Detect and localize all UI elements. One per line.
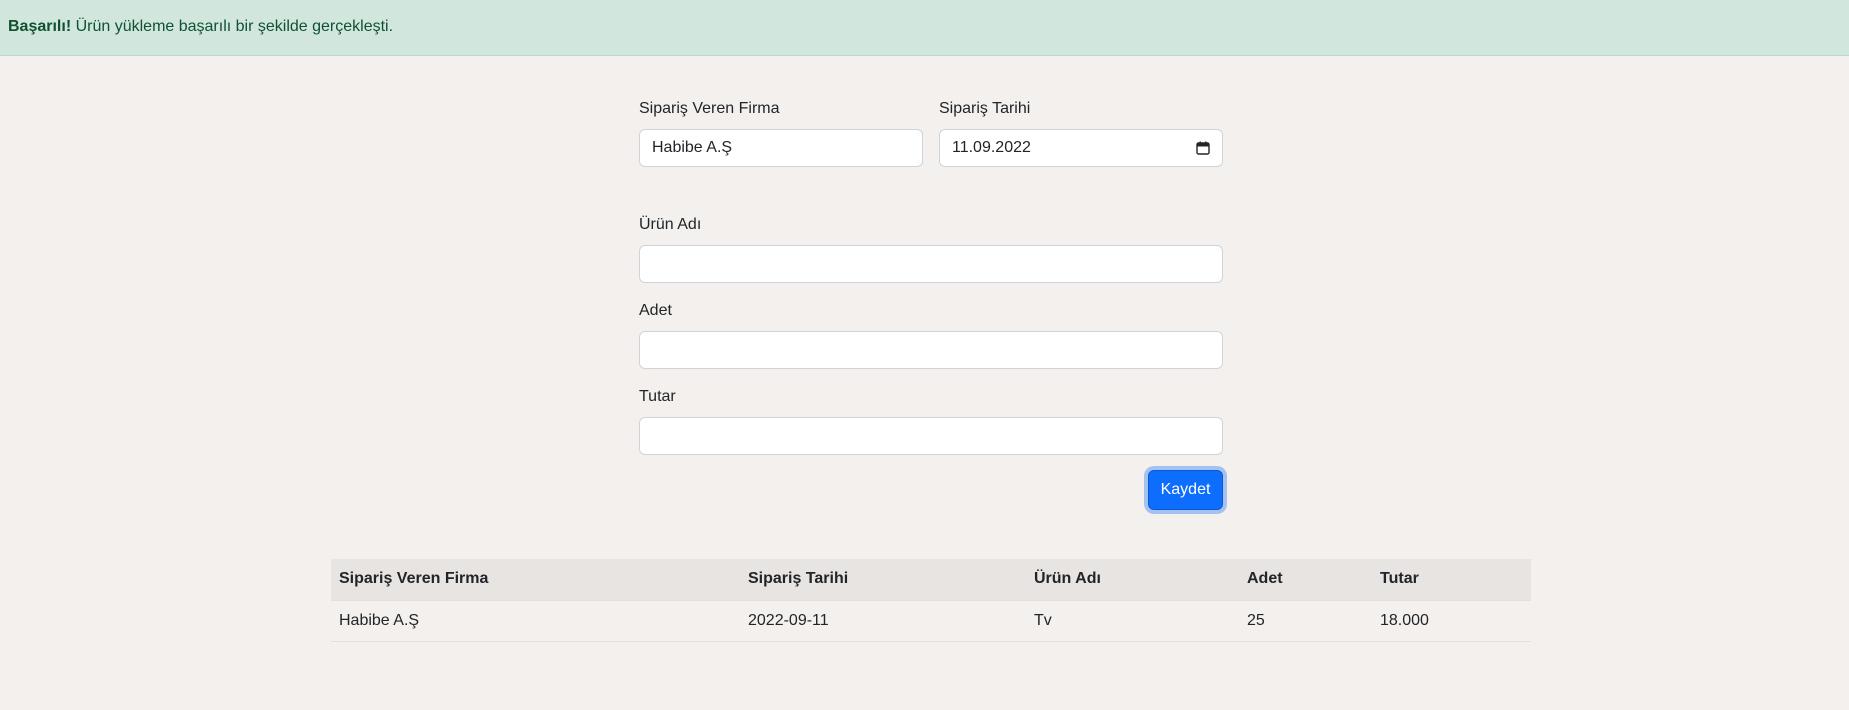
- header-product: Ürün Adı: [1026, 559, 1239, 601]
- header-firm: Sipariş Veren Firma: [331, 559, 740, 601]
- alert-message: Ürün yükleme başarılı bir şekilde gerçek…: [71, 18, 394, 35]
- header-date: Sipariş Tarihi: [740, 559, 1026, 601]
- cell-quantity: 25: [1239, 600, 1372, 642]
- date-input[interactable]: 11.09.2022: [939, 129, 1223, 167]
- table-row: Habibe A.Ş 2022-09-11 Tv 25 18.000: [331, 600, 1531, 642]
- quantity-label: Adet: [639, 302, 672, 319]
- amount-input[interactable]: [639, 417, 1223, 455]
- firm-input-value: Habibe A.Ş: [652, 139, 733, 156]
- cell-date: 2022-09-11: [740, 600, 1026, 642]
- cell-firm: Habibe A.Ş: [331, 600, 740, 642]
- success-alert: Başarılı! Ürün yükleme başarılı bir şeki…: [0, 0, 1849, 56]
- date-input-value: 11.09.2022: [952, 139, 1031, 156]
- orders-table: Sipariş Veren Firma Sipariş Tarihi Ürün …: [331, 559, 1531, 642]
- header-quantity: Adet: [1239, 559, 1372, 601]
- header-amount: Tutar: [1372, 559, 1531, 601]
- date-label: Sipariş Tarihi: [939, 100, 1031, 117]
- product-label: Ürün Adı: [639, 216, 702, 233]
- cell-product: Tv: [1026, 600, 1239, 642]
- alert-title: Başarılı!: [8, 18, 72, 35]
- calendar-icon[interactable]: [1196, 141, 1210, 155]
- product-input[interactable]: [639, 245, 1223, 283]
- table-header-row: Sipariş Veren Firma Sipariş Tarihi Ürün …: [331, 559, 1531, 601]
- quantity-input[interactable]: [639, 331, 1223, 369]
- firm-label: Sipariş Veren Firma: [639, 100, 780, 117]
- amount-label: Tutar: [639, 388, 676, 405]
- cell-amount: 18.000: [1372, 600, 1531, 642]
- save-button[interactable]: Kaydet: [1148, 470, 1223, 510]
- firm-input[interactable]: Habibe A.Ş: [639, 129, 923, 167]
